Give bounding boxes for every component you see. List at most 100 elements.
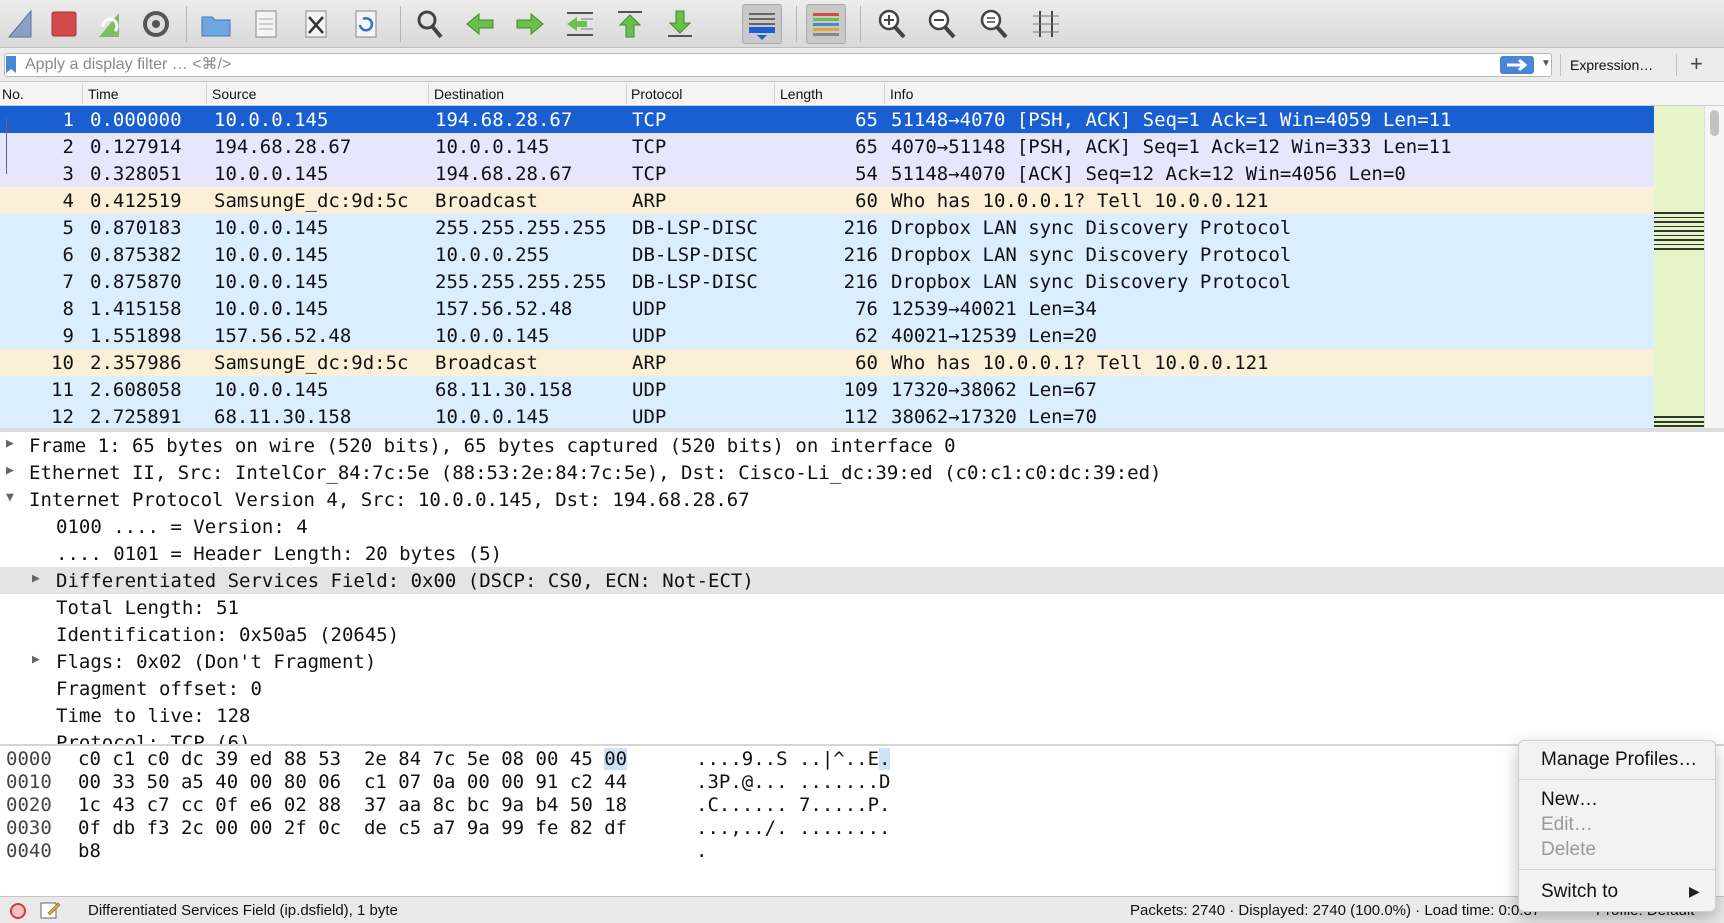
zoom-in-icon[interactable] [872, 4, 912, 44]
byte-hex[interactable]: b8 [78, 840, 101, 863]
column-header-length[interactable]: Length [780, 86, 823, 102]
byte-hex[interactable]: 1c 43 c7 cc 0f e6 02 88 37 aa 8c bc 9a b… [78, 794, 627, 817]
column-header-info[interactable]: Info [890, 86, 913, 102]
detail-row[interactable]: ▶ Ethernet II, Src: IntelCor_84:7c:5e (8… [0, 459, 1724, 486]
packet-minimap[interactable] [1654, 106, 1704, 428]
detail-row[interactable]: .... 0101 = Header Length: 20 bytes (5) [0, 540, 1724, 567]
detail-row[interactable]: Total Length: 51 [0, 594, 1724, 621]
restart-capture-icon[interactable] [90, 4, 130, 44]
expand-triangle-icon[interactable]: ▼ [6, 490, 14, 505]
byte-hex[interactable]: 0f db f3 2c 00 00 2f 0c de c5 a7 9a 99 f… [78, 817, 627, 840]
shark-start-icon[interactable] [2, 4, 42, 44]
display-filter-input[interactable] [25, 55, 1495, 75]
packet-row[interactable]: 7 0.875870 10.0.0.145 255.255.255.255 DB… [0, 268, 1654, 295]
close-file-icon[interactable] [296, 4, 336, 44]
column-header-destination[interactable]: Destination [434, 86, 504, 102]
expression-button[interactable]: Expression… [1570, 57, 1653, 73]
menu-separator [1519, 869, 1715, 870]
autoscroll-icon[interactable] [742, 4, 782, 44]
chevron-down-icon[interactable]: ▼ [1541, 58, 1551, 70]
packet-destination: 10.0.0.145 [435, 136, 550, 158]
packet-time: 1.415158 [90, 298, 182, 320]
save-file-icon[interactable] [246, 4, 286, 44]
byte-ascii[interactable]: .C...... 7.....P. [696, 794, 890, 817]
column-divider[interactable] [82, 84, 83, 104]
expand-triangle-icon[interactable]: ▶ [32, 652, 40, 667]
packet-row[interactable]: 6 0.875382 10.0.0.145 10.0.0.255 DB-LSP-… [0, 241, 1654, 268]
status-field-text: Differentiated Services Field (ip.dsfiel… [88, 902, 398, 919]
detail-text: Identification: 0x50a5 (20645) [56, 624, 400, 646]
packet-list-scrollbar[interactable] [1704, 106, 1724, 428]
resize-columns-icon[interactable] [1026, 4, 1066, 44]
byte-ascii[interactable]: ...,../. ........ [696, 817, 890, 840]
open-file-icon[interactable] [196, 4, 236, 44]
packet-row[interactable]: 1 0.000000 10.0.0.145 194.68.28.67 TCP 6… [0, 106, 1654, 133]
packet-row[interactable]: 12 2.725891 68.11.30.158 10.0.0.145 UDP … [0, 403, 1654, 428]
packet-destination: 10.0.0.145 [435, 325, 550, 347]
expand-triangle-icon[interactable]: ▶ [6, 463, 14, 478]
packet-info: 4070→51148 [PSH, ACK] Seq=1 Ack=12 Win=3… [891, 136, 1452, 158]
packet-row[interactable]: 5 0.870183 10.0.0.145 255.255.255.255 DB… [0, 214, 1654, 241]
zoom-out-icon[interactable] [922, 4, 962, 44]
packet-destination: 10.0.0.145 [435, 406, 550, 428]
go-back-icon[interactable] [460, 4, 500, 44]
reload-file-icon[interactable] [346, 4, 386, 44]
menu-item-switch-to[interactable]: Switch to [1541, 881, 1618, 903]
byte-hex[interactable]: c0 c1 c0 dc 39 ed 88 53 2e 84 7c 5e 08 0… [78, 748, 628, 771]
menu-item-new[interactable]: New… [1541, 789, 1598, 811]
packet-protocol: DB-LSP-DISC [632, 244, 758, 266]
packet-row[interactable]: 3 0.328051 10.0.0.145 194.68.28.67 TCP 5… [0, 160, 1654, 187]
column-divider[interactable] [774, 84, 775, 104]
bookmark-icon[interactable] [5, 56, 17, 74]
detail-text: Total Length: 51 [56, 597, 240, 619]
last-packet-icon[interactable] [660, 4, 700, 44]
packet-row[interactable]: 9 1.551898 157.56.52.48 10.0.0.145 UDP 6… [0, 322, 1654, 349]
column-divider[interactable] [626, 84, 627, 104]
column-header-no[interactable]: No. [2, 86, 24, 102]
column-divider[interactable] [884, 84, 885, 104]
column-header-source[interactable]: Source [212, 86, 256, 102]
colorize-icon[interactable] [806, 4, 846, 44]
detail-row-selected[interactable]: ▶ Differentiated Services Field: 0x00 (D… [0, 567, 1724, 594]
first-packet-icon[interactable] [610, 4, 650, 44]
expand-triangle-icon[interactable]: ▶ [6, 436, 14, 451]
add-filter-button[interactable]: + [1690, 51, 1703, 77]
packet-row[interactable]: 4 0.412519 SamsungE_dc:9d:5c Broadcast A… [0, 187, 1654, 214]
column-header-time[interactable]: Time [88, 86, 119, 102]
packet-row[interactable]: 8 1.415158 10.0.0.145 157.56.52.48 UDP 7… [0, 295, 1654, 322]
detail-row[interactable]: 0100 .... = Version: 4 [0, 513, 1724, 540]
go-to-packet-icon[interactable] [560, 4, 600, 44]
detail-row[interactable]: ▶ Frame 1: 65 bytes on wire (520 bits), … [0, 432, 1724, 459]
packet-row[interactable]: 2 0.127914 194.68.28.67 10.0.0.145 TCP 6… [0, 133, 1654, 160]
column-header-protocol[interactable]: Protocol [631, 86, 682, 102]
find-packet-icon[interactable] [410, 4, 450, 44]
edit-comment-icon[interactable] [40, 900, 62, 920]
byte-hex[interactable]: 00 33 50 a5 40 00 80 06 c1 07 0a 00 00 9… [78, 771, 627, 794]
normal-size-icon[interactable] [974, 4, 1014, 44]
byte-ascii[interactable]: ....9..S ..|^..E. [696, 748, 891, 771]
scrollbar-thumb[interactable] [1710, 110, 1719, 136]
packet-row[interactable]: 11 2.608058 10.0.0.145 68.11.30.158 UDP … [0, 376, 1654, 403]
go-forward-icon[interactable] [510, 4, 550, 44]
expand-triangle-icon[interactable]: ▶ [32, 571, 40, 586]
packet-source: 10.0.0.145 [214, 298, 329, 320]
column-divider[interactable] [428, 84, 429, 104]
packet-row[interactable]: 10 2.357986 SamsungE_dc:9d:5c Broadcast … [0, 349, 1654, 376]
packet-destination: 157.56.52.48 [435, 298, 573, 320]
byte-ascii[interactable]: .3P.@... .......D [696, 771, 890, 794]
menu-item-manage-profiles[interactable]: Manage Profiles… [1541, 749, 1697, 771]
detail-row[interactable]: Identification: 0x50a5 (20645) [0, 621, 1724, 648]
apply-filter-icon[interactable] [1500, 56, 1534, 74]
detail-row[interactable]: ▼ Internet Protocol Version 4, Src: 10.0… [0, 486, 1724, 513]
byte-ascii[interactable]: . [696, 840, 707, 863]
expert-info-icon[interactable] [10, 903, 26, 919]
column-divider[interactable] [206, 84, 207, 104]
detail-row[interactable]: ▶ Flags: 0x02 (Don't Fragment) [0, 648, 1724, 675]
menu-item-delete: Delete [1541, 839, 1596, 860]
stop-capture-icon[interactable] [44, 4, 84, 44]
byte-offset: 0020 [6, 794, 52, 816]
detail-row[interactable]: Time to live: 128 [0, 702, 1724, 729]
detail-row[interactable]: Fragment offset: 0 [0, 675, 1724, 702]
detail-row[interactable]: Protocol: TCP (6) [0, 729, 1724, 744]
capture-options-icon[interactable] [136, 4, 176, 44]
